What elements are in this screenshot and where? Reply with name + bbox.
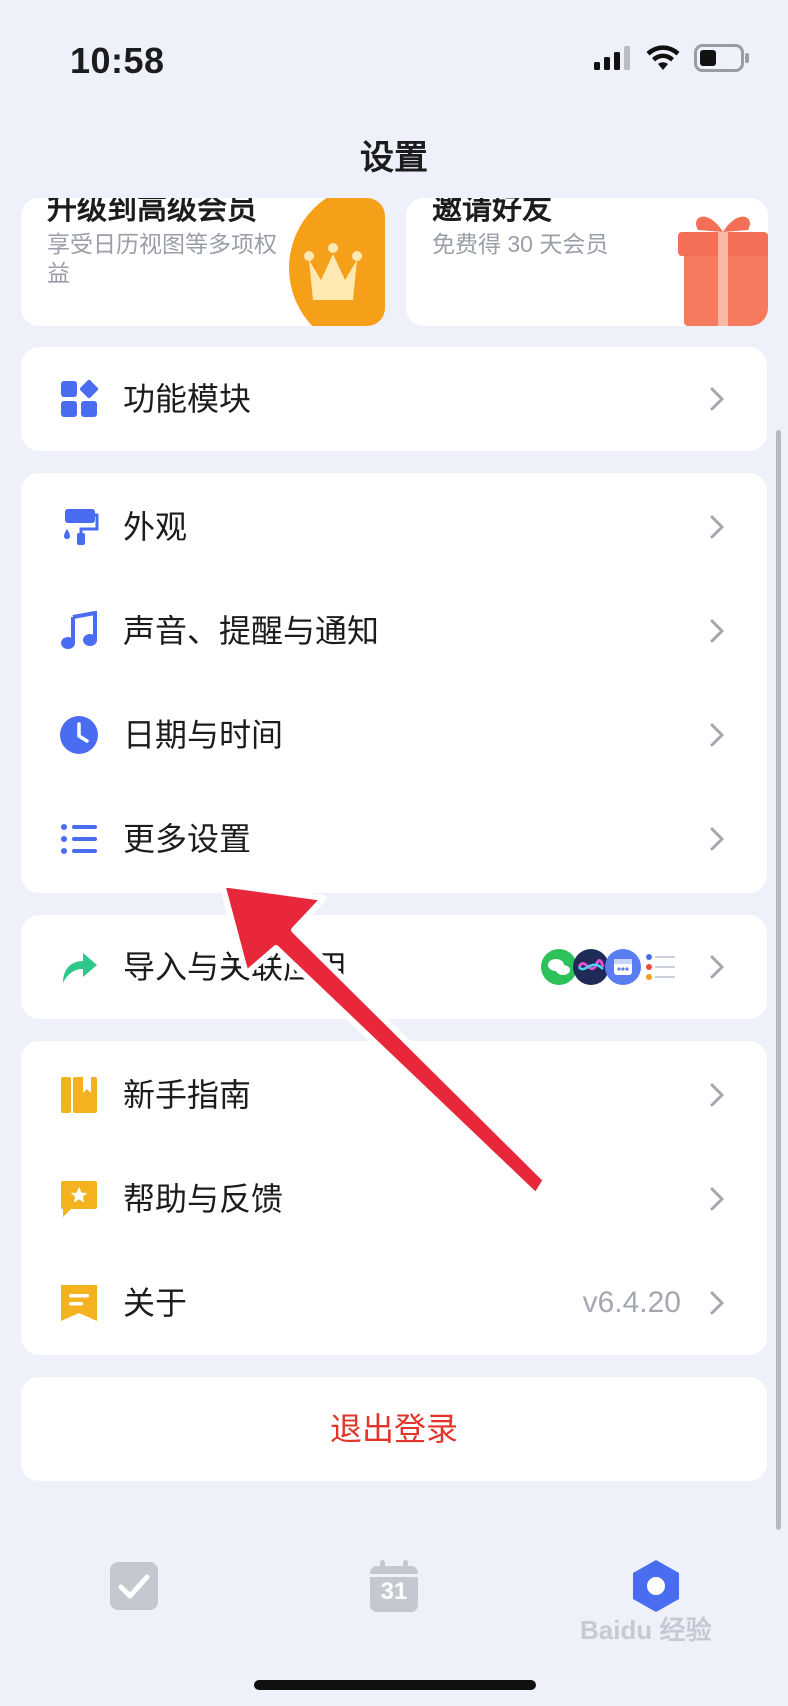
row-about[interactable]: 关于 v6.4.20 bbox=[21, 1251, 767, 1355]
row-datetime[interactable]: 日期与时间 bbox=[21, 683, 767, 787]
chevron-right-icon bbox=[710, 1083, 724, 1107]
row-import[interactable]: 导入与关联应用 bbox=[21, 915, 767, 1019]
upgrade-subtitle: 享受日历视图等多项权益 bbox=[47, 231, 277, 286]
row-import-label: 导入与关联应用 bbox=[123, 949, 348, 985]
tab-calendar[interactable]: 31 bbox=[366, 1558, 422, 1614]
chevron-right-icon bbox=[710, 1291, 724, 1315]
logout-button[interactable]: 退出登录 bbox=[21, 1377, 767, 1481]
row-guide[interactable]: 新手指南 bbox=[21, 1043, 767, 1147]
upgrade-premium-card[interactable]: 升级到高级会员 享受日历视图等多项权益 bbox=[21, 198, 385, 326]
upgrade-title: 升级到高级会员 bbox=[47, 198, 257, 226]
chevron-right-icon bbox=[710, 515, 724, 539]
list-settings-icon bbox=[61, 824, 97, 854]
row-appearance-label: 外观 bbox=[123, 509, 188, 545]
siri-icon bbox=[573, 949, 609, 985]
row-help-label: 帮助与反馈 bbox=[123, 1181, 284, 1217]
row-sound[interactable]: 声音、提醒与通知 bbox=[21, 579, 767, 683]
chevron-right-icon bbox=[710, 1187, 724, 1211]
settings-screen: 10:58 设置 升级到高级会员 享受日历视图等多项权益 邀请好友 免费得 30… bbox=[0, 0, 788, 1706]
row-about-label: 关于 bbox=[123, 1285, 188, 1321]
status-icons bbox=[594, 44, 750, 72]
home-indicator[interactable] bbox=[254, 1680, 536, 1690]
row-modules[interactable]: 功能模块 bbox=[21, 347, 767, 451]
general-settings-card: 外观 声音、提醒与通知 日期与时间 更多设置 bbox=[21, 473, 767, 893]
row-more-settings-label: 更多设置 bbox=[123, 821, 252, 857]
invite-friends-card[interactable]: 邀请好友 免费得 30 天会员 bbox=[406, 198, 768, 326]
chevron-right-icon bbox=[710, 827, 724, 851]
row-more-settings[interactable]: 更多设置 bbox=[21, 787, 767, 891]
row-modules-label: 功能模块 bbox=[123, 381, 252, 417]
bookmark-icon bbox=[61, 1285, 97, 1321]
invite-subtitle: 免费得 30 天会员 bbox=[432, 231, 609, 257]
clock-icon bbox=[60, 716, 98, 754]
row-guide-label: 新手指南 bbox=[123, 1077, 252, 1113]
calendar-app-icon bbox=[605, 949, 641, 985]
status-bar: 10:58 bbox=[0, 0, 788, 120]
paint-roller-icon bbox=[64, 509, 99, 545]
app-version: v6.4.20 bbox=[582, 1286, 681, 1319]
battery-icon bbox=[694, 44, 749, 72]
cellular-signal-icon bbox=[594, 46, 630, 70]
share-arrow-icon bbox=[63, 953, 97, 983]
scrollbar[interactable] bbox=[776, 430, 781, 1530]
wechat-icon bbox=[541, 949, 577, 985]
feedback-star-icon bbox=[61, 1181, 97, 1217]
modules-card: 功能模块 bbox=[21, 347, 767, 451]
invite-title: 邀请好友 bbox=[432, 198, 552, 226]
status-time: 10:58 bbox=[70, 40, 165, 81]
row-sound-label: 声音、提醒与通知 bbox=[123, 613, 380, 649]
logout-card: 退出登录 bbox=[21, 1377, 767, 1481]
modules-grid-icon bbox=[61, 379, 99, 417]
tab-settings-hexagon-icon[interactable] bbox=[628, 1558, 684, 1614]
chevron-right-icon bbox=[710, 723, 724, 747]
page-title: 设置 bbox=[360, 139, 428, 177]
calendar-day-number: 31 bbox=[380, 1578, 408, 1605]
book-icon bbox=[61, 1077, 97, 1113]
linked-apps-icons bbox=[541, 949, 679, 985]
gift-icon bbox=[678, 216, 768, 326]
chevron-right-icon bbox=[710, 955, 724, 979]
watermark: Baidu 经验 bbox=[580, 1615, 712, 1645]
import-card: 导入与关联应用 bbox=[21, 915, 767, 1019]
wifi-icon bbox=[646, 45, 680, 70]
reminders-icon bbox=[646, 954, 675, 980]
tab-tasks-check-icon[interactable] bbox=[106, 1558, 162, 1614]
music-note-icon bbox=[61, 611, 97, 649]
crown-icon bbox=[289, 198, 385, 326]
chevron-right-icon bbox=[710, 387, 724, 411]
row-datetime-label: 日期与时间 bbox=[123, 717, 284, 753]
row-help[interactable]: 帮助与反馈 bbox=[21, 1147, 767, 1251]
chevron-right-icon bbox=[710, 619, 724, 643]
support-card: 新手指南 帮助与反馈 关于 v6.4.20 bbox=[21, 1041, 767, 1355]
row-appearance[interactable]: 外观 bbox=[21, 475, 767, 579]
